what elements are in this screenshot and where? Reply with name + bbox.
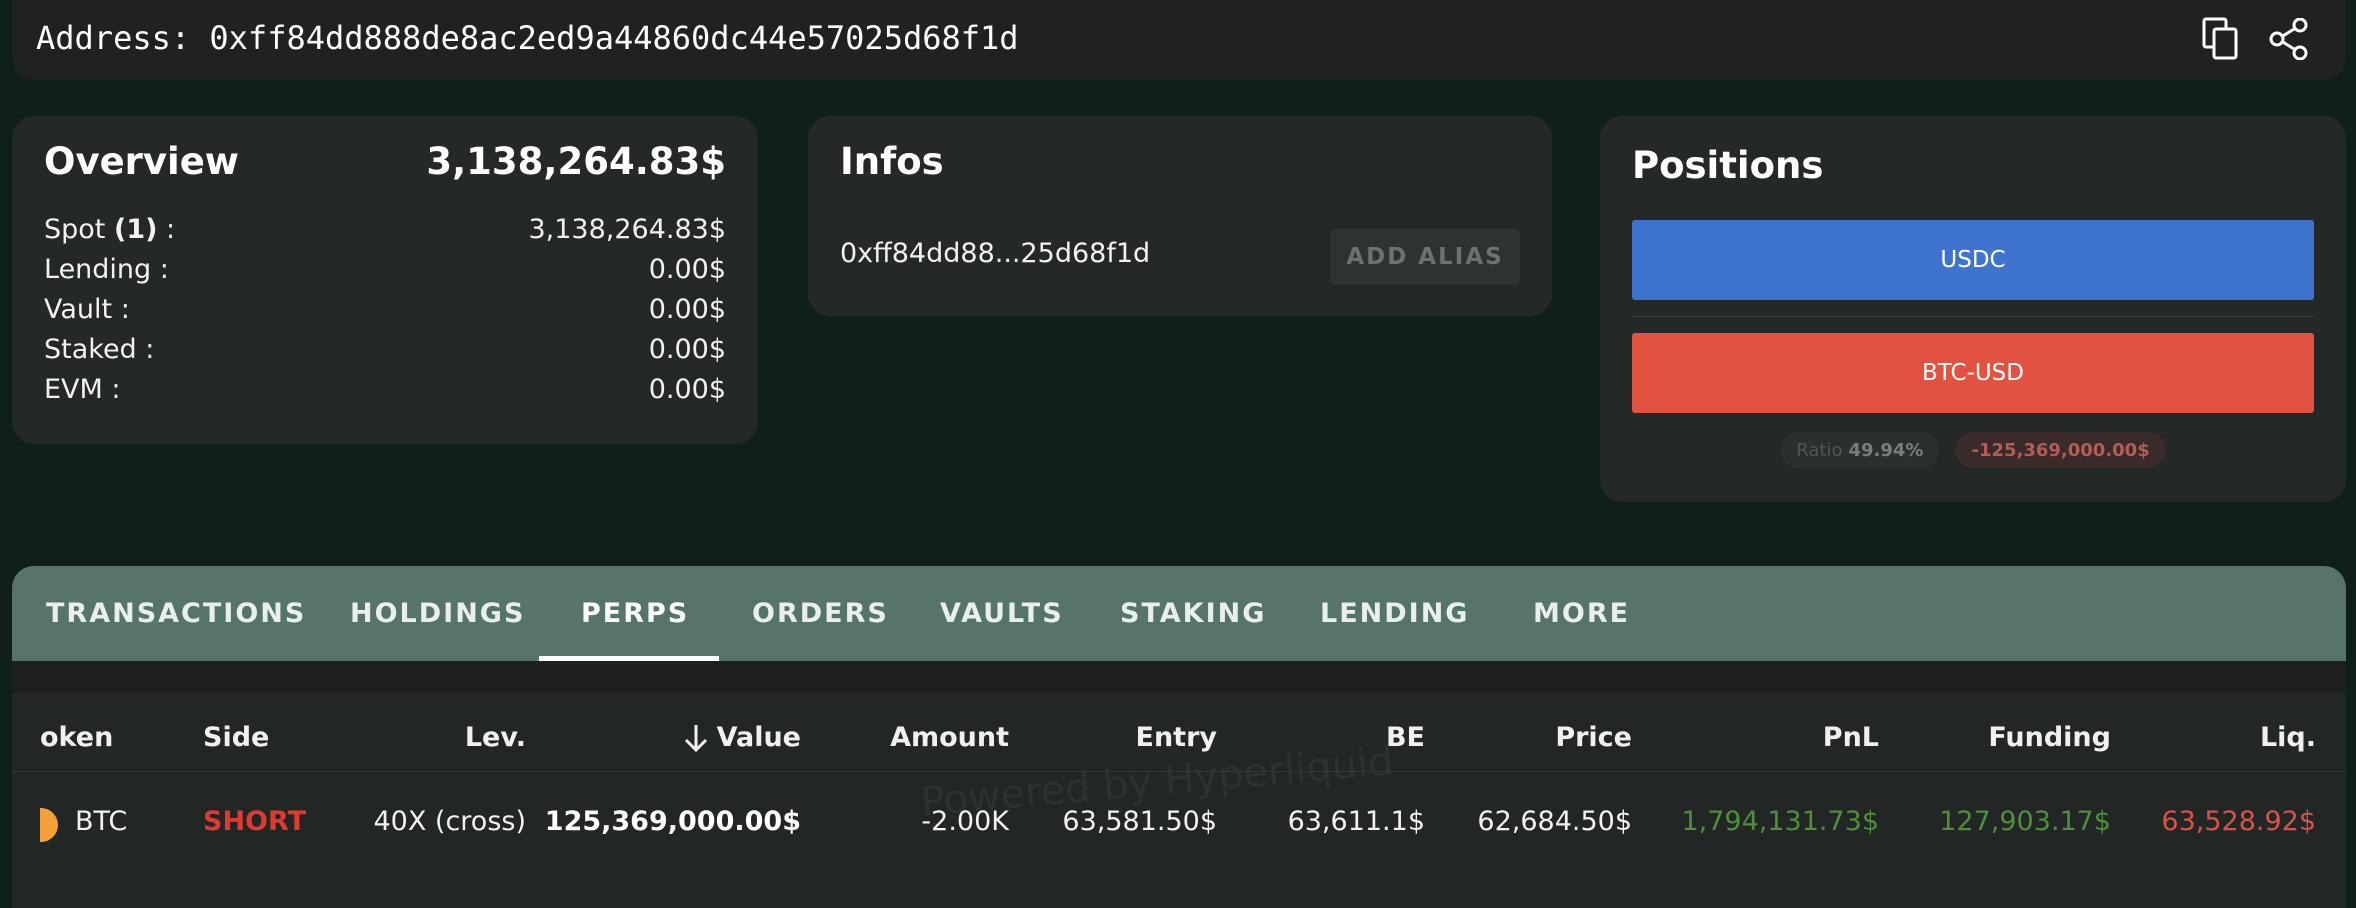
header-amount[interactable]: Amount <box>890 722 1009 753</box>
position-bar-btc-usd[interactable]: BTC-USD <box>1632 333 2314 413</box>
infos-title: Infos <box>840 140 944 183</box>
infos-short-address: 0xff84dd88...25d68f1d <box>840 238 1151 269</box>
positions-title: Positions <box>1632 144 1824 187</box>
position-bar-usdc[interactable]: USDC <box>1632 220 2314 300</box>
overview-rows: Spot (1) : 3,138,264.83$ Lending : 0.00$… <box>44 214 726 414</box>
address-label: Address: <box>36 19 191 57</box>
sort-down-icon <box>684 724 707 752</box>
overview-card: Overview 3,138,264.83$ Spot (1) : 3,138,… <box>12 116 758 444</box>
ratio-label: Ratio <box>1796 439 1843 461</box>
overview-row-value: 0.00$ <box>648 294 726 325</box>
overview-row-label: Lending : <box>44 254 169 285</box>
overview-row-value: 3,138,264.83$ <box>528 214 726 245</box>
header-price[interactable]: Price <box>1555 722 1632 753</box>
cell-entry: 63,581.50$ <box>1062 806 1217 837</box>
header-be[interactable]: BE <box>1386 722 1425 753</box>
cell-price: 62,684.50$ <box>1477 806 1632 837</box>
cell-amount: -2.00K <box>921 806 1009 837</box>
tab-perps[interactable]: PERPS <box>581 566 689 661</box>
address-value: 0xff84dd888de8ac2ed9a44860dc44e57025d68f… <box>209 19 1019 57</box>
positions-card: Positions USDC BTC-USD Ratio 49.94% -125… <box>1600 116 2346 502</box>
header-pnl[interactable]: PnL <box>1823 722 1879 753</box>
address-text: Address: 0xff84dd888de8ac2ed9a44860dc44e… <box>36 19 1019 57</box>
net-value-chip: -125,369,000.00$ <box>1955 432 2166 468</box>
cell-liq: 63,528.92$ <box>2161 806 2316 837</box>
tab-staking[interactable]: STAKING <box>1120 566 1266 661</box>
cell-funding: 127,903.17$ <box>1939 806 2111 837</box>
overview-row-value: 0.00$ <box>648 254 726 285</box>
tab-orders[interactable]: ORDERS <box>752 566 889 661</box>
address-bar: Address: 0xff84dd888de8ac2ed9a44860dc44e… <box>12 0 2346 80</box>
positions-divider <box>1632 316 2314 317</box>
overview-row-vault: Vault : 0.00$ <box>44 294 726 334</box>
overview-title: Overview <box>44 140 239 183</box>
overview-total: 3,138,264.83$ <box>426 140 726 183</box>
share-icon[interactable] <box>2268 18 2310 60</box>
activity-panel: TRANSACTIONS HOLDINGS PERPS ORDERS VAULT… <box>12 566 2346 908</box>
cell-be: 63,611.1$ <box>1287 806 1425 837</box>
copy-icon[interactable] <box>2200 17 2242 60</box>
tab-lending[interactable]: LENDING <box>1320 566 1469 661</box>
active-tab-indicator <box>539 656 719 661</box>
overview-row-staked: Staked : 0.00$ <box>44 334 726 374</box>
header-liq[interactable]: Liq. <box>2260 722 2316 753</box>
tab-vaults[interactable]: VAULTS <box>940 566 1064 661</box>
header-funding[interactable]: Funding <box>1988 722 2111 753</box>
overview-row-value: 0.00$ <box>648 374 726 405</box>
infos-card: Infos 0xff84dd88...25d68f1d ADD ALIAS <box>808 116 1552 316</box>
btc-coin-icon <box>40 808 60 842</box>
overview-row-lending: Lending : 0.00$ <box>44 254 726 294</box>
tab-holdings[interactable]: HOLDINGS <box>350 566 525 661</box>
add-alias-button[interactable]: ADD ALIAS <box>1330 229 1520 285</box>
header-lev[interactable]: Lev. <box>465 722 526 753</box>
overview-row-count: (1) <box>113 214 158 245</box>
cell-pnl: 1,794,131.73$ <box>1681 806 1879 837</box>
overview-row-label: Staked : <box>44 334 155 365</box>
header-entry[interactable]: Entry <box>1136 722 1218 753</box>
overview-row-value: 0.00$ <box>648 334 726 365</box>
overview-row-label: EVM : <box>44 374 121 405</box>
cell-side: SHORT <box>203 806 306 837</box>
table-divider <box>12 771 2346 772</box>
header-side[interactable]: Side <box>203 722 269 753</box>
tabs-bar: TRANSACTIONS HOLDINGS PERPS ORDERS VAULT… <box>12 566 2346 661</box>
perps-table: Powered by Hyperliquid oken Side Lev. Va… <box>12 693 2346 908</box>
cell-value: 125,369,000.00$ <box>544 806 801 837</box>
tab-more[interactable]: MORE <box>1533 566 1630 661</box>
overview-row-spot: Spot (1) : 3,138,264.83$ <box>44 214 726 254</box>
overview-row-label: Spot <box>44 214 106 245</box>
overview-row-evm: EVM : 0.00$ <box>44 374 726 414</box>
tab-transactions[interactable]: TRANSACTIONS <box>46 566 306 661</box>
ratio-chip: Ratio 49.94% <box>1780 432 1940 468</box>
header-token[interactable]: oken <box>40 722 113 753</box>
ratio-value: 49.94% <box>1848 439 1924 461</box>
header-value[interactable]: Value <box>683 722 801 753</box>
overview-row-label: Vault : <box>44 294 130 325</box>
cell-lev: 40X (cross) <box>373 806 526 837</box>
cell-token: BTC <box>75 806 128 837</box>
